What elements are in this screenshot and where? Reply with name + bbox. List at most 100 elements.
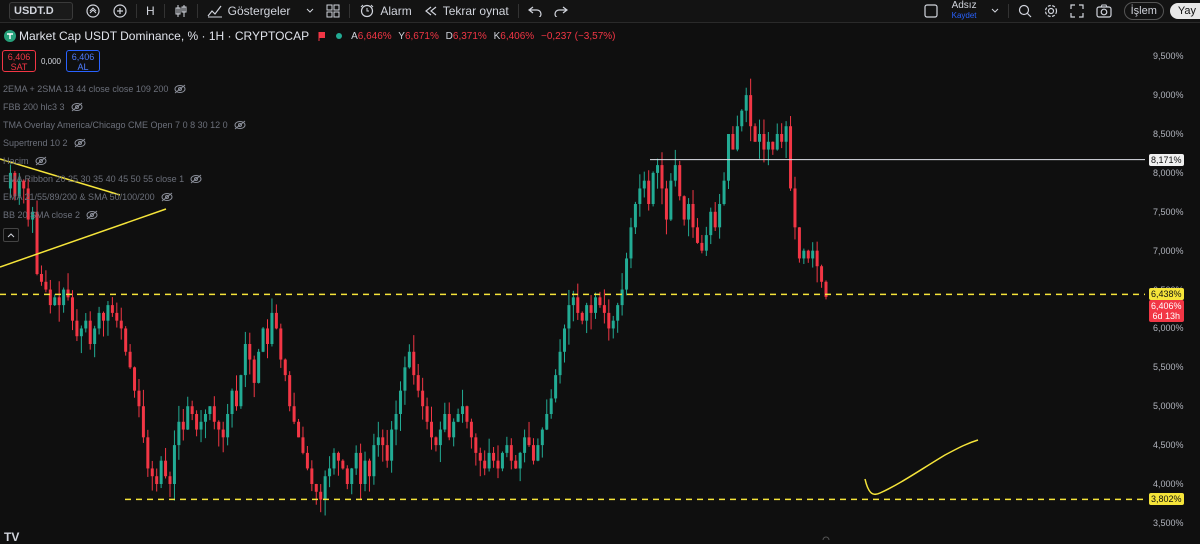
compare-button[interactable] (79, 0, 107, 22)
save-link[interactable]: Kaydet (952, 11, 977, 21)
candle-body (469, 421, 473, 438)
candle-body (367, 460, 371, 477)
candle-body (726, 134, 730, 181)
interval-button[interactable]: H (140, 0, 161, 22)
buy-button[interactable]: 6,406 AL (66, 50, 100, 72)
fullscreen-button[interactable] (1064, 0, 1090, 22)
candle-body (199, 421, 203, 430)
tradingview-logo[interactable]: TV (4, 530, 19, 544)
candles-icon (175, 5, 187, 17)
candle-body (749, 95, 753, 127)
camera-icon (1095, 4, 1112, 18)
chevron-up-icon (7, 233, 15, 238)
candle-body (398, 390, 402, 414)
candle-body (70, 297, 74, 321)
indicator-row[interactable]: TMA Overlay America/Chicago CME Open 7 0… (3, 116, 246, 134)
candle-body (141, 406, 145, 438)
sell-label: SAT (10, 62, 28, 72)
trade-button[interactable]: İşlem (1123, 2, 1164, 20)
eye-hidden-icon[interactable] (161, 192, 173, 202)
candle-body (403, 367, 407, 391)
candle-body (186, 406, 190, 430)
price-axis[interactable]: 9,500%9,000%8,500%8,000%7,500%7,000%6,50… (1145, 22, 1200, 540)
sell-price: 6,406 (7, 52, 31, 62)
replay-label: Tekrar oynat (442, 4, 509, 18)
symbol-box[interactable]: USDT.D (9, 2, 73, 20)
support-bottom-price-label: 3,802% (1149, 493, 1184, 506)
candle-body (678, 165, 682, 197)
eye-hidden-icon[interactable] (35, 156, 47, 166)
separator (196, 4, 198, 18)
candle-body (79, 328, 83, 337)
price-tick: 4,000% (1153, 479, 1184, 489)
candle-body (110, 305, 114, 313)
candle-body (669, 180, 673, 220)
candle-body (656, 165, 660, 173)
candle-body (226, 414, 230, 438)
layout-name: Adsız (951, 0, 977, 11)
redo-button[interactable] (548, 0, 574, 22)
price-tick: 9,500% (1153, 51, 1184, 62)
layout-select-button[interactable] (918, 0, 944, 22)
candle-body (305, 452, 309, 469)
candle-body (168, 476, 172, 484)
candle-body (642, 180, 646, 189)
candle-body (602, 305, 606, 313)
indicators-button[interactable]: Göstergeler (201, 0, 321, 22)
indicator-row[interactable]: BB 20 SMA close 2 (3, 206, 246, 224)
indicator-row[interactable]: Hacim (3, 152, 246, 170)
chart-type-button[interactable] (168, 0, 194, 22)
collapse-legend-button[interactable] (3, 228, 19, 242)
candle-body (673, 165, 677, 181)
eye-hidden-icon[interactable] (174, 84, 186, 94)
sell-button[interactable]: 6,406 SAT (2, 50, 36, 72)
candle-body (576, 297, 580, 313)
candle-body (629, 227, 633, 259)
candle-body (713, 211, 717, 228)
candle-body (505, 445, 509, 453)
candle-body (735, 126, 739, 150)
snapshot-button[interactable] (1090, 0, 1118, 22)
indicator-label: EMA 21/55/89/200 & SMA 50/100/200 (3, 192, 155, 202)
undo-button[interactable] (522, 0, 548, 22)
indicator-row[interactable]: Supertrend 10 2 (3, 134, 246, 152)
publish-button[interactable]: Yay (1169, 3, 1200, 19)
layout-name-box[interactable]: Adsız Kaydet (944, 1, 985, 21)
eye-hidden-icon[interactable] (74, 138, 86, 148)
indicator-row[interactable]: EMA Ribbon 20 25 30 35 40 45 50 55 close… (3, 170, 246, 188)
candle-body (208, 406, 212, 414)
price-tick: 9,000% (1153, 90, 1184, 101)
add-symbol-button[interactable] (107, 0, 133, 22)
candle-body (88, 320, 92, 344)
layout-menu-button[interactable] (985, 0, 1005, 22)
alert-button[interactable]: Alarm (353, 0, 417, 22)
separator (349, 4, 351, 18)
candle-body (789, 126, 793, 189)
symbol-search[interactable]: USDT.D (0, 0, 79, 22)
indicator-row[interactable]: FBB 200 hlc3 3 (3, 98, 246, 116)
candle-body (203, 414, 207, 422)
eye-hidden-icon[interactable] (86, 210, 98, 220)
candle-body (212, 406, 216, 422)
layouts-button[interactable] (320, 0, 346, 22)
eye-hidden-icon[interactable] (71, 102, 83, 112)
candle-body (500, 452, 504, 469)
eye-hidden-icon[interactable] (234, 120, 246, 130)
candle-body (531, 445, 535, 461)
indicator-row[interactable]: EMA 21/55/89/200 & SMA 50/100/200 (3, 188, 246, 206)
candle-body (359, 452, 363, 484)
chart-title[interactable]: Market Cap USDT Dominance, % · 1H · CRYP… (19, 29, 309, 43)
settings-button[interactable] (1038, 0, 1064, 22)
replay-button[interactable]: Tekrar oynat (418, 0, 515, 22)
candle-body (133, 367, 137, 391)
quick-search-button[interactable] (1012, 0, 1038, 22)
candle-body (102, 312, 106, 321)
candle-body (354, 452, 358, 469)
flag-icon[interactable] (317, 31, 327, 41)
projection-drawing[interactable] (864, 439, 979, 496)
candle-body (474, 437, 478, 453)
indicator-row[interactable]: 2EMA + 2SMA 13 44 close close 109 200 (3, 80, 246, 98)
buy-label: AL (77, 62, 89, 72)
eye-hidden-icon[interactable] (190, 174, 202, 184)
candle-body (802, 250, 806, 259)
